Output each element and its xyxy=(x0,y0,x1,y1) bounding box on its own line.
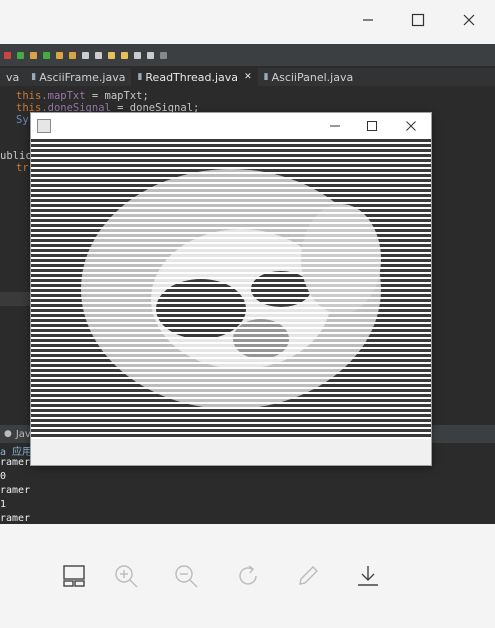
minimize-icon xyxy=(330,125,340,127)
java-app-icon xyxy=(37,119,51,133)
rotate-button[interactable] xyxy=(234,562,262,590)
code-line: Sy xyxy=(16,114,29,126)
java-maximize-button[interactable] xyxy=(362,116,382,136)
maximize-icon xyxy=(367,121,377,131)
close-icon xyxy=(406,121,416,131)
pencil-icon xyxy=(299,566,318,585)
toolbar-icon[interactable] xyxy=(147,51,154,59)
code-line: this.mapTxt = mapTxt; xyxy=(16,90,149,102)
console-line: ramer xyxy=(0,485,31,496)
toolbar-icon[interactable] xyxy=(17,51,24,59)
zoom-in-button[interactable] xyxy=(112,562,140,590)
console-line: 0 xyxy=(0,471,7,482)
console-line: ramer xyxy=(0,513,31,524)
zoom-out-button[interactable] xyxy=(172,562,200,590)
tab-label: ReadThread.java xyxy=(145,70,239,84)
ascii-art-image xyxy=(31,139,431,439)
toolbar-icon[interactable] xyxy=(69,51,76,59)
download-icon xyxy=(358,566,378,586)
toolbar-icon[interactable] xyxy=(30,51,37,59)
viewer-close-button[interactable] xyxy=(457,8,481,32)
code-line: tr xyxy=(16,162,29,174)
tab-readthread[interactable]: ▮ ReadThread.java ✕ xyxy=(131,68,258,86)
console-icon: ● xyxy=(4,429,12,439)
zoom-in-icon xyxy=(115,565,138,588)
tab-partial[interactable]: va xyxy=(0,68,25,86)
viewer-title-bar xyxy=(0,0,495,40)
java-window-title-bar[interactable] xyxy=(31,113,431,139)
maximize-icon xyxy=(411,13,425,27)
toolbar-icon[interactable] xyxy=(134,51,141,59)
java-close-button[interactable] xyxy=(401,116,421,136)
toolbar-icon[interactable] xyxy=(43,51,50,59)
console-launch-label: a 应用 xyxy=(0,447,33,458)
download-button[interactable] xyxy=(354,562,382,590)
close-icon xyxy=(463,14,475,26)
toolbar-icon[interactable] xyxy=(95,51,102,59)
java-file-icon: ▮ xyxy=(137,72,143,82)
minimize-icon xyxy=(363,19,373,21)
editor-tabs: va ▮ AsciiFrame.java ▮ ReadThread.java ✕ ▮ A… xyxy=(0,68,495,86)
console-line: ramer xyxy=(0,457,31,468)
java-file-icon: ▮ xyxy=(263,72,269,82)
toolbar-icon[interactable] xyxy=(82,51,89,59)
tab-label: va xyxy=(6,70,20,84)
tab-asciipanel[interactable]: ▮ AsciiPanel.java xyxy=(258,68,360,86)
toolbar-icon[interactable] xyxy=(4,51,11,59)
java-minimize-button[interactable] xyxy=(325,116,345,136)
layout-button[interactable] xyxy=(60,562,88,590)
tab-close-icon[interactable]: ✕ xyxy=(244,72,252,82)
code-line: ublic xyxy=(0,150,32,162)
zoom-out-icon xyxy=(175,565,198,588)
toolbar-icon[interactable] xyxy=(121,51,128,59)
ascii-art-canvas xyxy=(31,139,431,439)
console-line: 1 xyxy=(0,499,7,510)
toolbar-icon[interactable] xyxy=(160,51,167,59)
ide-toolbar xyxy=(0,44,495,66)
tab-label: AsciiFrame.java xyxy=(39,70,126,84)
viewer-action-bar xyxy=(0,524,495,628)
java-app-window xyxy=(30,112,432,466)
layout-icon xyxy=(63,565,85,587)
edit-button[interactable] xyxy=(294,562,322,590)
rotate-icon xyxy=(239,565,257,585)
tab-asciiframe[interactable]: ▮ AsciiFrame.java xyxy=(25,68,131,86)
toolbar-icon[interactable] xyxy=(56,51,63,59)
toolbar-icon[interactable] xyxy=(108,51,115,59)
tab-label: AsciiPanel.java xyxy=(271,70,354,84)
java-window-footer xyxy=(31,439,431,465)
java-file-icon: ▮ xyxy=(31,72,37,82)
editor-ruler xyxy=(0,292,30,306)
viewer-minimize-button[interactable] xyxy=(356,8,380,32)
viewer-maximize-button[interactable] xyxy=(406,8,430,32)
